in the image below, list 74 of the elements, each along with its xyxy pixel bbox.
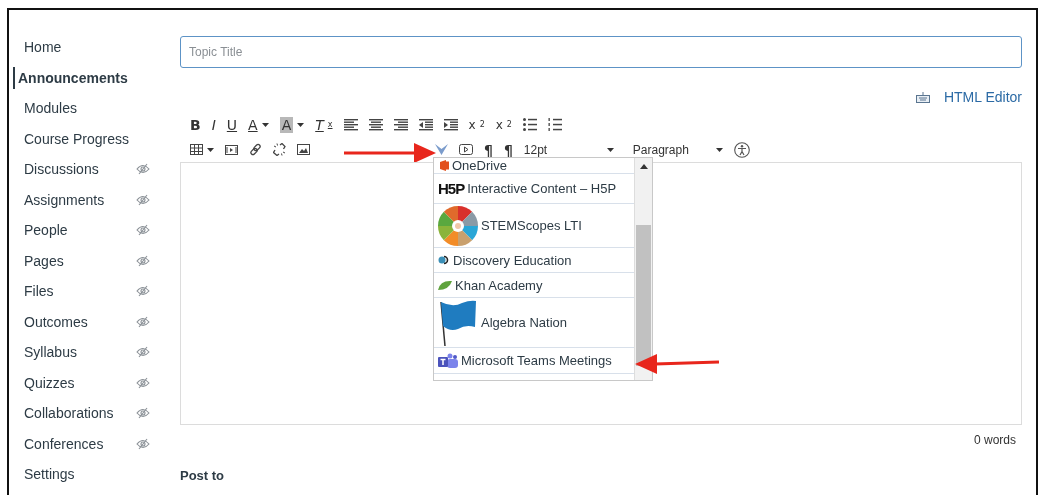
sidebar-item[interactable]: Assignments xyxy=(13,188,132,211)
accessibility-icon[interactable] xyxy=(733,141,750,158)
apps-menu-item[interactable]: Microsoft Teams Meetings xyxy=(434,348,634,374)
sidebar-item[interactable]: Quizzes xyxy=(13,371,132,394)
globe-icon xyxy=(438,255,450,265)
sidebar-item[interactable]: Outcomes xyxy=(13,310,132,333)
format-button[interactable]: U xyxy=(226,116,238,133)
sidebar-item[interactable]: Settings xyxy=(13,463,132,486)
apps-menu-item[interactable]: OneDrive xyxy=(434,158,634,174)
table-button[interactable] xyxy=(190,144,214,155)
leaf-icon xyxy=(438,280,452,290)
sidebar-item[interactable]: Discussions xyxy=(13,158,132,181)
caret-icon xyxy=(207,147,214,152)
menu-item-label: Microsoft Teams Meetings xyxy=(461,353,612,368)
sidebar-item[interactable]: Announcements xyxy=(13,66,132,89)
image-icon[interactable] xyxy=(297,144,310,155)
align-center-icon[interactable] xyxy=(368,118,383,131)
sidebar-item[interactable]: Home xyxy=(13,36,132,59)
menu-item-label: Discovery Education xyxy=(453,252,572,268)
h5p-logo: H5P xyxy=(438,180,465,197)
indent-icon[interactable] xyxy=(443,118,458,131)
play-icon[interactable] xyxy=(459,144,473,155)
html-editor-link[interactable]: HTML Editor xyxy=(943,89,1022,105)
toolbar-dropdown[interactable]: Paragraph xyxy=(632,142,723,157)
format-button[interactable]: ¶ xyxy=(484,141,493,158)
apps-menu-item[interactable]: STEMScopes LTI xyxy=(434,204,634,248)
toolbar-dropdown[interactable]: 12pt xyxy=(523,142,614,157)
numbered-list-icon[interactable] xyxy=(547,118,562,131)
apps-menu-item[interactable]: Khan Academy xyxy=(434,273,634,298)
media-icon[interactable] xyxy=(225,144,238,155)
caret-icon xyxy=(297,122,305,127)
caret-icon xyxy=(606,147,614,152)
sidebar-item[interactable]: Conferences xyxy=(13,432,132,455)
section-heading: Post to xyxy=(180,468,226,483)
caret-icon xyxy=(715,147,723,152)
outdent-icon[interactable] xyxy=(418,118,433,131)
apps-menu-item[interactable]: Algebra Nation xyxy=(434,298,634,348)
word-count: 0 words xyxy=(973,433,1016,449)
scrollbar[interactable] xyxy=(635,158,652,380)
flag-icon xyxy=(438,299,478,346)
unlink-icon[interactable] xyxy=(273,143,286,156)
menu-item-label: Khan Academy xyxy=(455,277,543,293)
menu-item-label: Interactive Content – H5P xyxy=(467,181,617,196)
scroll-up-arrow-icon[interactable] xyxy=(639,164,648,169)
format-button[interactable]: ¶ xyxy=(503,141,513,158)
menu-item-label: OneDrive xyxy=(452,158,507,173)
sidebar-item[interactable]: Syllabus xyxy=(13,341,132,364)
sidebar-item[interactable]: Course Progress xyxy=(13,127,132,150)
menu-item-label: STEMScopes LTI xyxy=(481,218,582,233)
menu-item-label: Algebra Nation xyxy=(481,315,567,330)
align-right-icon[interactable] xyxy=(393,118,408,131)
apps-menu-item[interactable]: Discovery Education xyxy=(434,248,634,273)
caret-icon xyxy=(261,122,269,127)
sidebar-item[interactable]: Pages xyxy=(13,249,132,272)
color-wheel-icon xyxy=(438,205,478,246)
bullet-list-icon[interactable] xyxy=(522,118,537,131)
dropdown-value: 12pt xyxy=(523,142,548,157)
chevron-icon[interactable] xyxy=(435,144,448,155)
sidebar-item[interactable]: People xyxy=(13,219,132,242)
keyboard-icon xyxy=(915,91,930,103)
apps-menu-item[interactable]: H5P Interactive Content – H5P xyxy=(434,174,634,204)
topic-title-field[interactable]: Topic Title xyxy=(180,36,1022,68)
format-button[interactable]: I xyxy=(211,116,216,133)
align-left-icon[interactable] xyxy=(343,118,358,131)
format-button[interactable]: B xyxy=(190,116,201,133)
color-button[interactable]: A xyxy=(248,116,269,133)
document-icon xyxy=(440,160,449,171)
script-button[interactable]: x $^{2}$ xyxy=(468,117,485,132)
link-icon[interactable] xyxy=(249,143,262,156)
sidebar-item[interactable]: Modules xyxy=(13,97,132,120)
sidebar-item[interactable]: Collaborations xyxy=(13,402,132,425)
sidebar-item[interactable]: Files xyxy=(13,280,132,303)
people-icon xyxy=(438,352,458,369)
dropdown-value: Paragraph xyxy=(632,142,689,157)
